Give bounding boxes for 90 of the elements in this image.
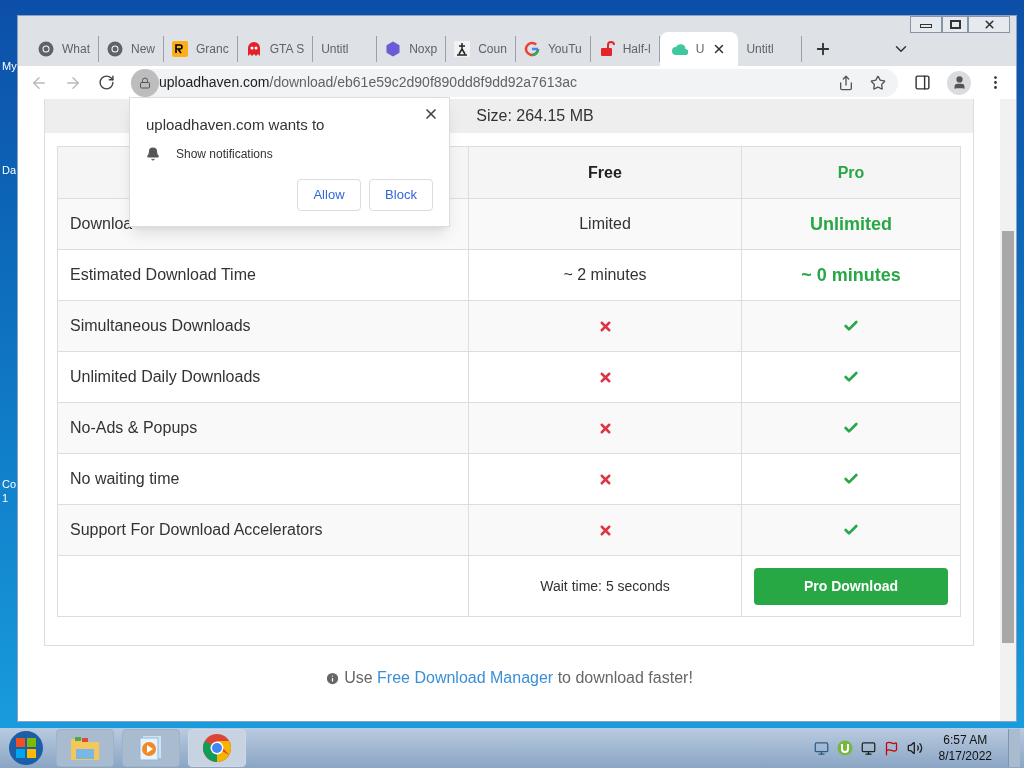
- desktop-icon-label[interactable]: 1: [2, 490, 9, 507]
- feature-label: Estimated Download Time: [70, 265, 256, 285]
- check-icon: [843, 318, 859, 334]
- app-icon: [172, 41, 189, 57]
- lock-icon: [139, 76, 151, 89]
- runner-icon: [454, 41, 471, 57]
- permission-text: Show notifications: [176, 145, 273, 163]
- browser-tab[interactable]: U: [659, 32, 739, 66]
- info-icon: [325, 670, 341, 686]
- ghost-icon: [245, 41, 262, 57]
- clock-time[interactable]: 6:57 AM: [943, 732, 988, 748]
- close-icon[interactable]: [423, 106, 439, 122]
- share-icon[interactable]: [838, 74, 854, 91]
- maximize-button[interactable]: [942, 16, 968, 33]
- play-icon: [139, 735, 163, 761]
- browser-tab[interactable]: Half-l: [590, 36, 660, 62]
- tab-title: Coun: [478, 41, 507, 58]
- desktop-icon-label[interactable]: My: [2, 58, 17, 75]
- address-bar[interactable]: uploadhaven.com/download/eb61e59c2d90f890dd8f9dd92a7613ac: [131, 68, 898, 97]
- close-icon: [982, 18, 996, 31]
- check-icon: [843, 471, 859, 487]
- flag-icon[interactable]: [883, 740, 899, 756]
- cell-text: Unlimited: [810, 212, 892, 236]
- browser-tab[interactable]: New: [99, 36, 165, 62]
- bookmark-icon[interactable]: [870, 74, 886, 91]
- tab-title: Untitl: [746, 41, 774, 58]
- url-text: uploadhaven.com/download/eb61e59c2d90f890dd8f9dd92a7613ac: [159, 73, 578, 92]
- check-icon: [843, 420, 859, 436]
- browser-icon: [38, 41, 54, 57]
- close-button[interactable]: [968, 16, 1010, 33]
- browser-tab[interactable]: Untitl: [738, 36, 803, 62]
- tab-title: U: [695, 41, 705, 58]
- scrollbar[interactable]: [1000, 99, 1016, 721]
- tray-icon[interactable]: [813, 740, 829, 756]
- column-header: Pro: [837, 162, 865, 183]
- network-icon[interactable]: [860, 740, 876, 756]
- download-manager-link[interactable]: Free Download Manager: [377, 669, 554, 686]
- browser-tab[interactable]: Coun: [446, 36, 516, 62]
- maximize-icon: [949, 20, 961, 29]
- scrollbar-thumb[interactable]: [1002, 231, 1014, 643]
- file-size: Size: 264.15 MB: [476, 106, 594, 126]
- feature-label: No-Ads & Popups: [70, 418, 198, 438]
- padlock-icon: [598, 41, 615, 57]
- tab-title: New: [131, 41, 156, 58]
- pro-download-button[interactable]: Pro Download: [754, 567, 948, 605]
- feature-label: Support For Download Accelerators: [70, 520, 323, 540]
- volume-icon[interactable]: [906, 740, 923, 756]
- footer-text: Use Free Download Manager to download faster!: [344, 668, 693, 688]
- tab-title: Noxp: [409, 41, 438, 58]
- side-panel-icon[interactable]: [914, 74, 931, 91]
- profile-avatar[interactable]: [947, 70, 971, 95]
- browser-tab[interactable]: Granc: [164, 36, 238, 62]
- popup-title: uploadhaven.com wants to: [146, 115, 326, 135]
- tab-title: Half-l: [622, 41, 651, 58]
- desktop-icon-label[interactable]: Da: [2, 162, 17, 179]
- cell-text: Limited: [579, 214, 631, 234]
- hexagon-icon: [385, 41, 402, 57]
- bell-icon: [146, 146, 160, 161]
- minimize-icon: [920, 24, 932, 28]
- feature-label: Unlimited Daily Downloads: [70, 367, 261, 387]
- popup-button[interactable]: Allow: [297, 178, 361, 211]
- wait-time: Wait time: 5 seconds: [540, 576, 670, 596]
- tab-title: YouTu: [547, 41, 582, 58]
- cloud-icon: [671, 42, 688, 56]
- chrome-icon: [202, 733, 232, 763]
- folder-icon: [70, 735, 100, 761]
- popup-button[interactable]: Block: [369, 178, 433, 211]
- browser-icon: [107, 41, 123, 57]
- check-icon: [843, 369, 859, 385]
- feature-label: Simultaneous Downloads: [70, 316, 251, 336]
- browser-tab[interactable]: Noxp: [377, 36, 447, 62]
- cell-text: ~ 0 minutes: [801, 263, 901, 287]
- taskbar-app[interactable]: [188, 729, 246, 767]
- tab-title: GTA S: [269, 41, 305, 58]
- minimize-button[interactable]: [910, 16, 942, 33]
- tab-title: What: [62, 41, 90, 58]
- google-icon: [523, 41, 540, 57]
- feature-label: No waiting time: [70, 469, 180, 489]
- tab-title: Untitl: [321, 41, 349, 58]
- browser-tab[interactable]: Untitl: [313, 36, 378, 62]
- tab-title: Granc: [196, 41, 229, 58]
- cell-text: ~ 2 minutes: [563, 265, 647, 285]
- browser-tab[interactable]: YouTu: [515, 36, 591, 62]
- browser-tab[interactable]: GTA S: [237, 36, 314, 62]
- browser-tab[interactable]: What: [30, 36, 99, 62]
- check-icon: [843, 522, 859, 538]
- column-header: Free: [588, 162, 622, 183]
- reload-icon[interactable]: [98, 74, 115, 91]
- clock-date[interactable]: 8/17/2022: [938, 748, 992, 764]
- desktop-icon-label[interactable]: Co: [2, 476, 17, 493]
